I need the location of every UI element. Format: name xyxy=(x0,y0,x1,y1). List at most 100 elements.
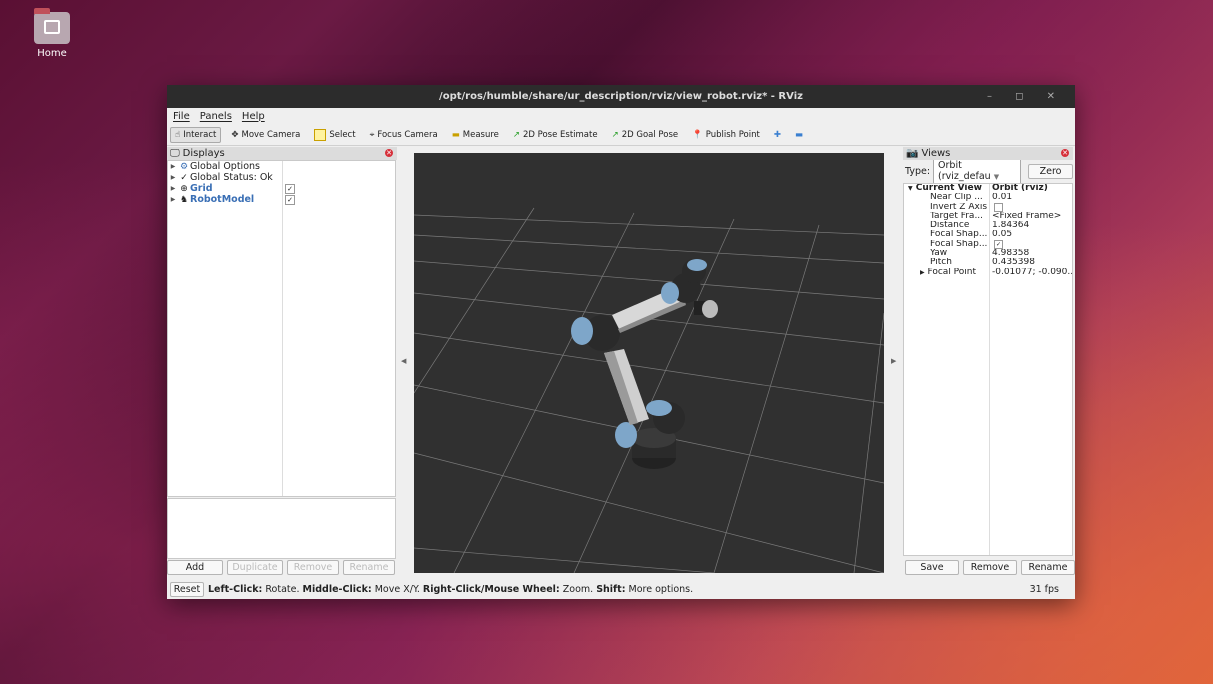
close-icon[interactable]: ✕ xyxy=(385,149,393,157)
menu-panels[interactable]: Panels xyxy=(200,111,232,122)
status-text: More options. xyxy=(625,583,694,595)
displays-buttons: Add Duplicate Remove Rename xyxy=(167,560,395,575)
select-tool-button[interactable]: Select xyxy=(310,127,359,143)
status-bar: Reset Left-Click: Rotate. Middle-Click: … xyxy=(167,581,1075,597)
status-hint-middle-click: Middle-Click: xyxy=(302,583,372,595)
display-item-grid[interactable]: ▶ ⊕ Grid ✓ xyxy=(168,183,395,194)
view-type-row: Type: Orbit (rviz_defau ▼ Zero xyxy=(903,157,1073,185)
display-item-global-status[interactable]: ▶ ✓ Global Status: Ok xyxy=(168,172,395,183)
menu-bar: File Panels Help xyxy=(167,108,1075,124)
title-bar[interactable]: /opt/ros/humble/share/ur_description/rvi… xyxy=(167,85,1075,108)
focal-shape-checkbox[interactable]: ✓ xyxy=(994,239,1003,249)
move-camera-icon: ✥ xyxy=(231,129,239,140)
view-prop-row[interactable]: Target Fra... <Fixed Frame> xyxy=(904,212,1072,221)
type-label: Type: xyxy=(905,165,931,177)
prop-key: Pitch xyxy=(930,258,952,268)
prop-value[interactable]: 0.05 xyxy=(990,230,1072,239)
view-type-select[interactable]: Orbit (rviz_defau ▼ xyxy=(933,157,1022,185)
add-button[interactable]: Add xyxy=(167,560,223,575)
focus-camera-tool-button[interactable]: ⌖ Focus Camera xyxy=(366,128,442,142)
displays-title: Displays xyxy=(182,148,225,159)
goal-pose-label: 2D Goal Pose xyxy=(621,129,679,140)
view-prop-row[interactable]: Near Clip ... 0.01 xyxy=(904,193,1072,202)
left-collapse-arrow-icon[interactable]: ◀ xyxy=(401,357,406,365)
interact-label: Interact xyxy=(183,129,217,140)
current-view-value: Orbit (rviz) xyxy=(992,184,1048,193)
render-viewport[interactable] xyxy=(414,153,884,573)
close-icon[interactable]: ✕ xyxy=(1061,149,1069,157)
window-controls[interactable]: – ◻ ✕ xyxy=(987,85,1065,108)
interact-tool-button[interactable]: ☝ Interact xyxy=(170,126,222,143)
menu-help[interactable]: Help xyxy=(242,111,265,122)
prop-value[interactable]: 1.84364 xyxy=(990,221,1072,230)
expand-down-arrow-icon[interactable]: ▼ xyxy=(908,185,913,192)
status-text: Rotate. xyxy=(262,583,303,595)
robot-model xyxy=(571,259,718,469)
view-prop-row[interactable]: Invert Z Axis xyxy=(904,202,1072,212)
expand-arrow-icon[interactable]: ▶ xyxy=(168,174,178,181)
remove-tool-button[interactable]: ▬ xyxy=(791,128,807,142)
expand-arrow-icon[interactable]: ▶ xyxy=(168,163,178,170)
invert-z-checkbox[interactable] xyxy=(994,202,1003,212)
display-item-robotmodel[interactable]: ▶ ♞ RobotModel ✓ xyxy=(168,194,395,205)
save-button[interactable]: Save xyxy=(905,560,959,575)
robotmodel-checkbox[interactable]: ✓ xyxy=(285,195,295,205)
focus-camera-label: Focus Camera xyxy=(377,129,438,140)
prop-value[interactable]: 4.98358 xyxy=(990,249,1072,258)
tool-bar: ☝ Interact ✥ Move Camera Select ⌖ Focus … xyxy=(167,124,1075,146)
view-prop-row[interactable]: Focal Shap... ✓ xyxy=(904,239,1072,249)
grid-icon: ⊕ xyxy=(180,183,188,194)
expand-arrow-icon[interactable]: ▶ xyxy=(168,196,178,203)
publish-point-tool-button[interactable]: 📍 Publish Point xyxy=(688,128,764,142)
view-prop-row[interactable]: Pitch 0.435398 xyxy=(904,258,1072,267)
right-collapse-arrow-icon[interactable]: ▶ xyxy=(891,357,896,365)
desktop-home-icon[interactable]: Home xyxy=(28,8,76,59)
select-icon xyxy=(314,128,327,141)
expand-arrow-icon[interactable]: ▶ xyxy=(168,185,178,192)
rename-view-button[interactable]: Rename xyxy=(1021,560,1075,575)
prop-key: Invert Z Axis xyxy=(930,202,988,212)
rename-display-button[interactable]: Rename xyxy=(343,560,395,575)
zero-button[interactable]: Zero xyxy=(1028,163,1073,179)
pose-estimate-tool-button[interactable]: ↗ 2D Pose Estimate xyxy=(509,128,602,142)
prop-value[interactable]: <Fixed Frame> xyxy=(990,212,1072,221)
prop-value[interactable]: 0.435398 xyxy=(990,258,1072,267)
prop-value[interactable]: 0.01 xyxy=(990,193,1072,202)
monitor-icon: 🖵 xyxy=(170,148,180,159)
view-prop-row[interactable]: Distance 1.84364 xyxy=(904,221,1072,230)
prop-key: Focal Point xyxy=(927,267,977,277)
prop-value[interactable]: -0.01077; -0.090... xyxy=(990,268,1072,277)
focus-camera-icon: ⌖ xyxy=(369,129,375,140)
move-camera-tool-button[interactable]: ✥ Move Camera xyxy=(227,128,304,142)
duplicate-button[interactable]: Duplicate xyxy=(227,560,283,575)
remove-display-button[interactable]: Remove xyxy=(287,560,339,575)
pose-estimate-label: 2D Pose Estimate xyxy=(523,129,598,140)
grid-checkbox[interactable]: ✓ xyxy=(285,184,295,194)
current-view-row[interactable]: ▼ Current View Orbit (rviz) xyxy=(904,184,1072,193)
status-hint-left-click: Left-Click: xyxy=(208,583,263,595)
view-type-value: Orbit (rviz_defau xyxy=(938,160,991,182)
publish-point-label: Publish Point xyxy=(705,129,760,140)
measure-tool-button[interactable]: ▬ Measure xyxy=(448,128,503,142)
desktop-home-label: Home xyxy=(37,48,67,59)
view-prop-row[interactable]: ▶ Focal Point -0.01077; -0.090... xyxy=(904,268,1072,277)
prop-key: Yaw xyxy=(930,249,948,259)
rviz-window: /opt/ros/humble/share/ur_description/rvi… xyxy=(167,85,1075,599)
green-arrow-icon: ↗ xyxy=(512,129,520,140)
ruler-icon: ▬ xyxy=(451,129,460,140)
display-item-global-options[interactable]: ▶ ⚙ Global Options xyxy=(168,161,395,172)
view-prop-row[interactable]: Yaw 4.98358 xyxy=(904,249,1072,258)
remove-view-button[interactable]: Remove xyxy=(963,560,1017,575)
expand-arrow-icon[interactable]: ▶ xyxy=(920,269,925,276)
add-tool-button[interactable]: ✚ xyxy=(770,128,785,142)
display-item-label: Grid xyxy=(190,183,213,194)
select-label: Select xyxy=(329,129,356,140)
view-prop-row[interactable]: Focal Shap... 0.05 xyxy=(904,230,1072,239)
reset-button[interactable]: Reset xyxy=(170,581,204,597)
menu-file[interactable]: File xyxy=(173,111,190,122)
gear-icon: ⚙ xyxy=(179,161,189,172)
displays-tree: ▶ ⚙ Global Options ▶ ✓ Global Status: Ok… xyxy=(167,160,396,497)
display-item-label: RobotModel xyxy=(190,194,255,205)
home-folder-icon xyxy=(34,8,70,44)
goal-pose-tool-button[interactable]: ↗ 2D Goal Pose xyxy=(608,128,683,142)
